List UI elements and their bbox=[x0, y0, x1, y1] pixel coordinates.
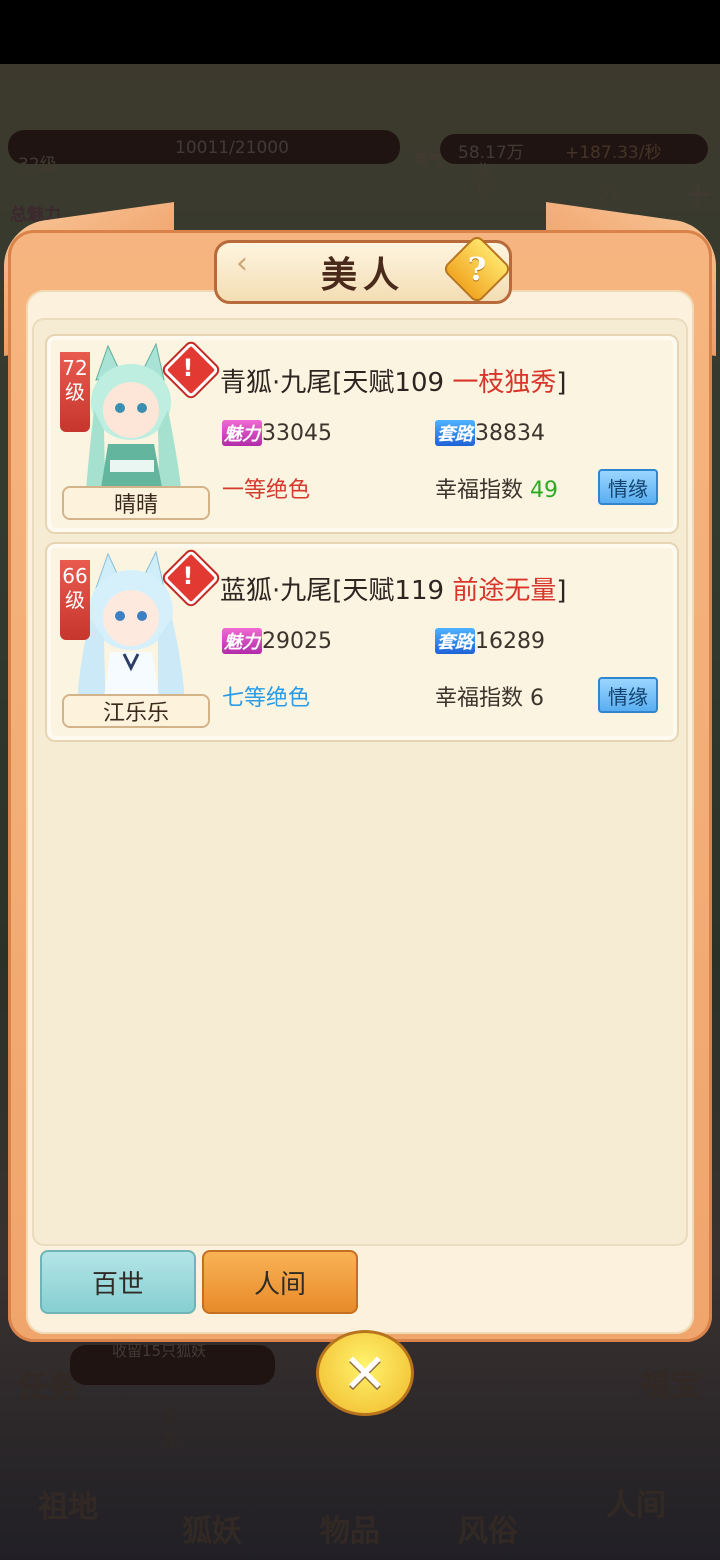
route-icon: 套路 bbox=[435, 420, 475, 446]
charm-icon: 魅力 bbox=[222, 628, 262, 654]
beauty-nickname: 江乐乐 bbox=[62, 694, 210, 728]
route-value: 38834 bbox=[475, 421, 545, 446]
tab-renjian[interactable]: 人间 bbox=[202, 1250, 358, 1314]
beauty-grade: 七等绝色 bbox=[222, 686, 311, 711]
dialog-title: 美人 bbox=[320, 254, 405, 296]
close-button[interactable]: ✕ bbox=[316, 1330, 414, 1416]
route-stat: 套路38834 bbox=[435, 420, 545, 446]
happiness-label: 幸福指数 bbox=[435, 686, 524, 711]
charm-stat: 魅力33045 bbox=[222, 420, 332, 446]
happiness-value: 6 bbox=[530, 686, 545, 711]
happiness-stat: 幸福指数 6 bbox=[435, 680, 544, 712]
question-icon[interactable]: ? bbox=[452, 244, 502, 294]
close-icon: ✕ bbox=[342, 1341, 388, 1405]
level-unit: 级 bbox=[65, 588, 85, 612]
title-left-arrow-icon: ‹ bbox=[236, 246, 248, 281]
tab-baishi[interactable]: 百世 bbox=[40, 1250, 196, 1314]
talent-suffix: ] bbox=[556, 576, 567, 606]
level-unit: 级 bbox=[65, 380, 85, 404]
beauty-title: 蓝狐·九尾[天赋119 前途无量] bbox=[220, 570, 566, 607]
beauty-name: 青狐·九尾 bbox=[220, 368, 333, 398]
talent-prefix: [天赋109 bbox=[332, 368, 453, 398]
charm-value: 29025 bbox=[262, 629, 332, 654]
status-bar bbox=[0, 0, 720, 64]
talent-title: 前途无量 bbox=[452, 576, 557, 606]
qingyuan-button[interactable]: 情缘 bbox=[598, 677, 658, 713]
talent-prefix: [天赋119 bbox=[332, 576, 453, 606]
level-ribbon: 66 级 bbox=[60, 560, 90, 640]
level-number: 66 bbox=[62, 564, 88, 588]
beauty-grade: 一等绝色 bbox=[222, 478, 311, 503]
beauty-title: 青狐·九尾[天赋109 一枝独秀] bbox=[220, 362, 566, 399]
qingyuan-button[interactable]: 情缘 bbox=[598, 469, 658, 505]
happiness-stat: 幸福指数 49 bbox=[435, 472, 558, 504]
talent-title: 一枝独秀 bbox=[452, 368, 557, 398]
level-number: 72 bbox=[62, 356, 88, 380]
level-ribbon: 72 级 bbox=[60, 352, 90, 432]
happiness-value: 49 bbox=[530, 478, 559, 503]
happiness-label: 幸福指数 bbox=[435, 478, 524, 503]
talent-suffix: ] bbox=[556, 368, 567, 398]
alert-exclamation: ! bbox=[182, 354, 194, 382]
charm-stat: 魅力29025 bbox=[222, 628, 332, 654]
charm-icon: 魅力 bbox=[222, 420, 262, 446]
route-stat: 套路16289 bbox=[435, 628, 545, 654]
route-value: 16289 bbox=[475, 629, 545, 654]
alert-exclamation: ! bbox=[182, 562, 194, 590]
beauty-nickname: 晴晴 bbox=[62, 486, 210, 520]
beauty-name: 蓝狐·九尾 bbox=[220, 576, 333, 606]
route-icon: 套路 bbox=[435, 628, 475, 654]
charm-value: 33045 bbox=[262, 421, 332, 446]
